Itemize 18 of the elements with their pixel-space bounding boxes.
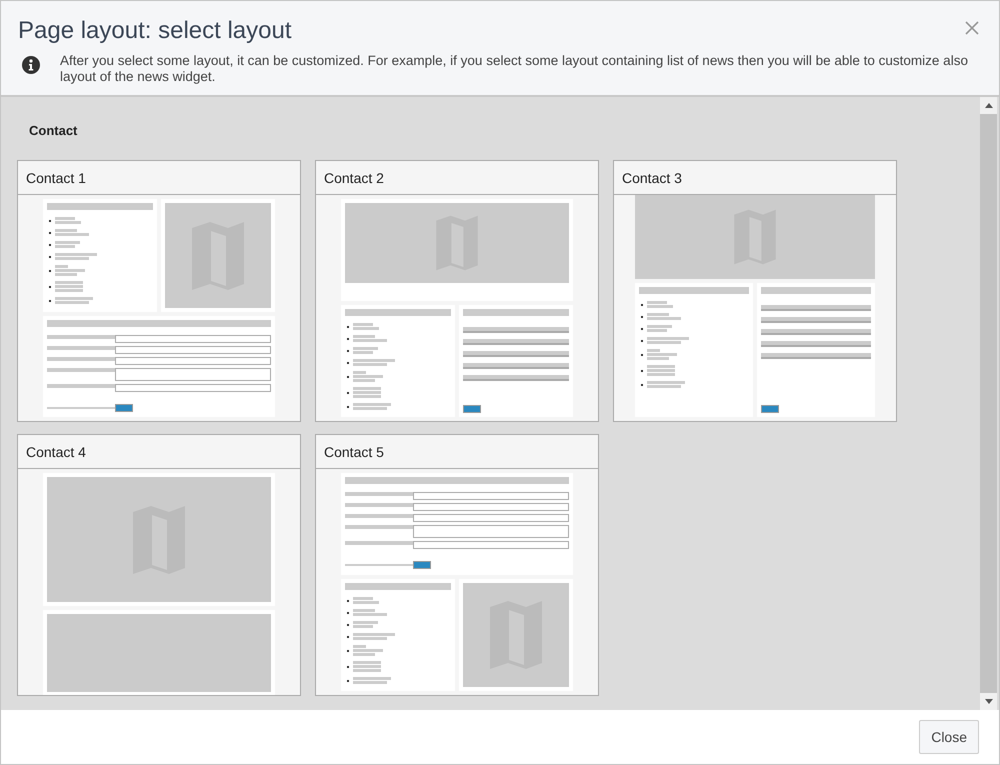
scroll-down-icon[interactable]: [984, 699, 992, 704]
section-title: Contact: [29, 123, 78, 138]
layout-card[interactable]: Contact 5: [315, 434, 599, 696]
layout-name: Contact 4: [26, 444, 86, 460]
info-icon: [22, 56, 40, 74]
close-button[interactable]: Close: [919, 720, 979, 754]
layout-card[interactable]: Contact 1: [17, 160, 301, 422]
close-icon[interactable]: [965, 21, 979, 35]
layout-card[interactable]: Contact 4: [17, 434, 301, 696]
layout-name: Contact 5: [324, 444, 384, 460]
layout-name: Contact 3: [622, 170, 682, 186]
layout-name: Contact 2: [324, 170, 384, 186]
layout-card[interactable]: Contact 2: [315, 160, 599, 422]
scroll-up-icon[interactable]: [984, 103, 992, 108]
info-text: After you select some layout, it can be customized. For example, if you select some layout containing list of news then you will be able to customize also layout of the news widget.: [60, 53, 969, 85]
layout-name: Contact 1: [26, 170, 86, 186]
layout-card[interactable]: Contact 3: [613, 160, 897, 422]
dialog-title: Page layout: select layout: [18, 17, 292, 45]
